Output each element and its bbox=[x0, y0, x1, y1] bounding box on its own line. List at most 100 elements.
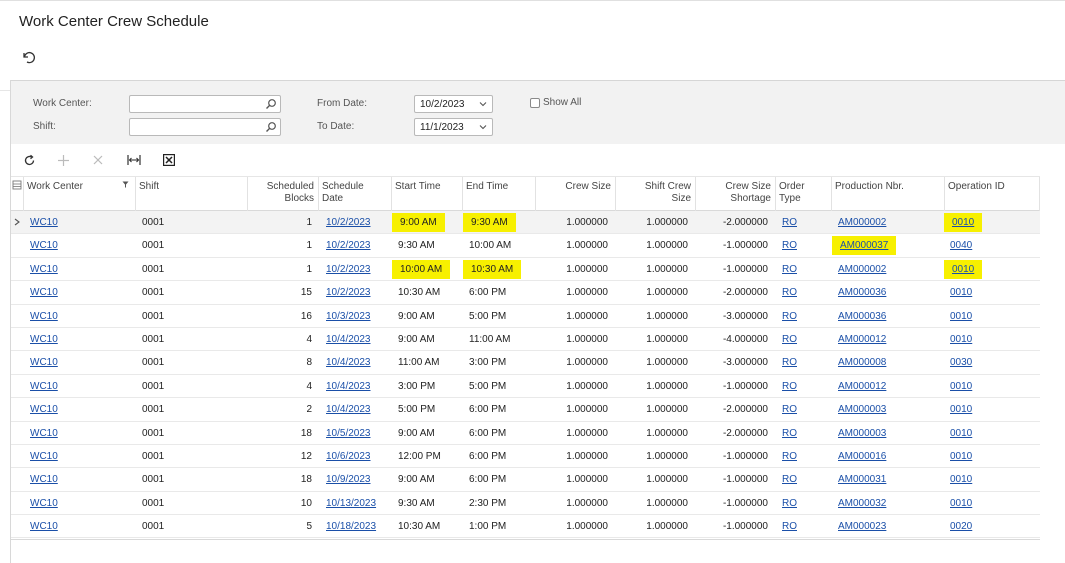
cell-prod[interactable]: AM000032 bbox=[838, 492, 898, 515]
to-date-input[interactable]: 11/1/2023 bbox=[414, 118, 493, 136]
cell-prod[interactable]: AM000012 bbox=[838, 328, 898, 351]
plus-icon[interactable] bbox=[56, 153, 70, 167]
table-row[interactable]: WC10 0001 2 10/4/2023 5:00 PM 6:00 PM 1.000000… bbox=[11, 398, 1040, 422]
cell-date-link[interactable]: 10/2/2023 bbox=[326, 240, 371, 251]
cell-order-type-link[interactable]: RO bbox=[782, 240, 797, 251]
col-crew-size-shortage[interactable]: Crew Size Shortage bbox=[696, 177, 776, 211]
cell-order-type-link[interactable]: RO bbox=[782, 264, 797, 275]
cell-order-type[interactable]: RO bbox=[782, 468, 806, 491]
col-scheduled-blocks[interactable]: Scheduled Blocks bbox=[248, 177, 319, 211]
cell-date-link[interactable]: 10/6/2023 bbox=[326, 451, 371, 462]
cell-work-center-link[interactable]: WC10 bbox=[30, 217, 58, 228]
cell-op[interactable]: 0010 bbox=[950, 375, 980, 398]
cell-prod[interactable]: AM000002 bbox=[838, 258, 898, 281]
cell-work-center-link[interactable]: WC10 bbox=[30, 381, 58, 392]
cell-date-link[interactable]: 10/3/2023 bbox=[326, 311, 371, 322]
cell-op-link[interactable]: 0010 bbox=[950, 498, 972, 509]
cell-order-type[interactable]: RO bbox=[782, 445, 806, 468]
cell-op-link[interactable]: 0040 bbox=[950, 240, 972, 251]
cell-prod-link[interactable]: AM000008 bbox=[838, 357, 886, 368]
cell-date-link[interactable]: 10/4/2023 bbox=[326, 381, 371, 392]
cell-order-type[interactable]: RO bbox=[782, 234, 806, 257]
cell-op[interactable]: 0010 bbox=[950, 422, 980, 445]
cell-order-type-link[interactable]: RO bbox=[782, 404, 797, 415]
table-row[interactable]: WC10 0001 15 10/2/2023 10:30 AM 6:00 PM 1.0000… bbox=[11, 281, 1040, 305]
cell-work-center[interactable]: WC10 bbox=[30, 468, 110, 491]
cell-date-link[interactable]: 10/4/2023 bbox=[326, 334, 371, 345]
cell-prod[interactable]: AM000037 bbox=[832, 234, 898, 257]
cell-op[interactable]: 0010 bbox=[944, 258, 983, 281]
cell-order-type[interactable]: RO bbox=[782, 492, 806, 515]
cell-date-link[interactable]: 10/5/2023 bbox=[326, 428, 371, 439]
col-crew-size[interactable]: Crew Size bbox=[536, 177, 616, 211]
cell-work-center-link[interactable]: WC10 bbox=[30, 521, 58, 532]
excel-export-icon[interactable] bbox=[162, 153, 176, 167]
table-row[interactable]: WC10 0001 18 10/9/2023 9:00 AM 6:00 PM 1.00000… bbox=[11, 468, 1040, 492]
cell-prod-link[interactable]: AM000036 bbox=[838, 287, 886, 298]
table-row[interactable]: WC10 0001 4 10/4/2023 9:00 AM 11:00 AM 1.00000… bbox=[11, 327, 1040, 352]
table-row[interactable]: WC10 0001 1 10/2/2023 9:00 AM 9:30 AM 1.000000… bbox=[11, 211, 1040, 235]
cell-prod[interactable]: AM000002 bbox=[838, 211, 898, 234]
cell-date[interactable]: 10/2/2023 bbox=[326, 281, 392, 304]
cell-op-link[interactable]: 0020 bbox=[950, 521, 972, 532]
cell-prod-link[interactable]: AM000002 bbox=[838, 217, 886, 228]
cell-date-link[interactable]: 10/2/2023 bbox=[326, 264, 371, 275]
from-date-input[interactable]: 10/2/2023 bbox=[414, 95, 493, 113]
col-production-nbr[interactable]: Production Nbr. bbox=[832, 177, 945, 211]
cell-work-center[interactable]: WC10 bbox=[30, 375, 110, 398]
cell-work-center[interactable]: WC10 bbox=[30, 351, 110, 374]
cell-op-link[interactable]: 0010 bbox=[950, 404, 972, 415]
chevron-down-icon[interactable] bbox=[478, 99, 488, 109]
cell-date[interactable]: 10/6/2023 bbox=[326, 445, 392, 468]
cell-prod[interactable]: AM000036 bbox=[838, 281, 898, 304]
checkbox-box[interactable] bbox=[530, 97, 540, 108]
cell-work-center-link[interactable]: WC10 bbox=[30, 404, 58, 415]
cell-work-center[interactable]: WC10 bbox=[30, 211, 110, 234]
cell-work-center[interactable]: WC10 bbox=[30, 398, 110, 421]
table-row[interactable]: WC10 0001 4 10/4/2023 3:00 PM 5:00 PM 1.000000… bbox=[11, 374, 1040, 399]
row-selector-header[interactable] bbox=[11, 177, 24, 211]
undo-icon[interactable] bbox=[20, 49, 36, 65]
cell-work-center-link[interactable]: WC10 bbox=[30, 357, 58, 368]
cell-work-center-link[interactable]: WC10 bbox=[30, 498, 58, 509]
cell-prod-link[interactable]: AM000031 bbox=[838, 474, 886, 485]
cell-op[interactable]: 0010 bbox=[950, 281, 980, 304]
cell-prod-link[interactable]: AM000016 bbox=[838, 451, 886, 462]
cell-op-link[interactable]: 0010 bbox=[944, 213, 983, 232]
cell-op[interactable]: 0010 bbox=[950, 445, 980, 468]
cell-work-center-link[interactable]: WC10 bbox=[30, 428, 58, 439]
cell-work-center[interactable]: WC10 bbox=[30, 305, 110, 328]
cell-work-center-link[interactable]: WC10 bbox=[30, 451, 58, 462]
col-work-center[interactable]: Work Center bbox=[24, 177, 136, 211]
cell-order-type-link[interactable]: RO bbox=[782, 451, 797, 462]
col-order-type[interactable]: Order Type bbox=[776, 177, 832, 211]
cell-date[interactable]: 10/2/2023 bbox=[326, 234, 392, 257]
col-operation-id[interactable]: Operation ID bbox=[945, 177, 1040, 211]
cell-prod[interactable]: AM000008 bbox=[838, 351, 898, 374]
cell-order-type-link[interactable]: RO bbox=[782, 474, 797, 485]
search-icon[interactable] bbox=[265, 121, 277, 133]
table-row[interactable]: WC10 0001 8 10/4/2023 11:00 AM 3:00 PM 1.00000… bbox=[11, 351, 1040, 375]
cell-date[interactable]: 10/4/2023 bbox=[326, 351, 392, 374]
cell-date[interactable]: 10/4/2023 bbox=[326, 328, 392, 351]
cell-work-center-link[interactable]: WC10 bbox=[30, 287, 58, 298]
col-start-time[interactable]: Start Time bbox=[392, 177, 463, 211]
cell-work-center-link[interactable]: WC10 bbox=[30, 474, 58, 485]
cell-work-center[interactable]: WC10 bbox=[30, 234, 110, 257]
cell-prod[interactable]: AM000031 bbox=[838, 468, 898, 491]
cell-order-type-link[interactable]: RO bbox=[782, 428, 797, 439]
cell-prod-link[interactable]: AM000012 bbox=[838, 334, 886, 345]
cell-work-center[interactable]: WC10 bbox=[30, 515, 110, 538]
col-shift-crew-size[interactable]: Shift Crew Size bbox=[616, 177, 696, 211]
fit-columns-icon[interactable] bbox=[127, 153, 141, 167]
cell-op[interactable]: 0010 bbox=[950, 305, 980, 328]
cell-order-type-link[interactable]: RO bbox=[782, 521, 797, 532]
chevron-down-icon[interactable] bbox=[478, 122, 488, 132]
cell-op-link[interactable]: 0010 bbox=[944, 259, 983, 279]
cell-work-center[interactable]: WC10 bbox=[30, 445, 110, 468]
cell-work-center[interactable]: WC10 bbox=[30, 258, 110, 281]
col-shift[interactable]: Shift bbox=[136, 177, 248, 211]
cell-prod[interactable]: AM000023 bbox=[838, 515, 898, 538]
cell-order-type-link[interactable]: RO bbox=[782, 498, 797, 509]
cell-order-type-link[interactable]: RO bbox=[782, 311, 797, 322]
